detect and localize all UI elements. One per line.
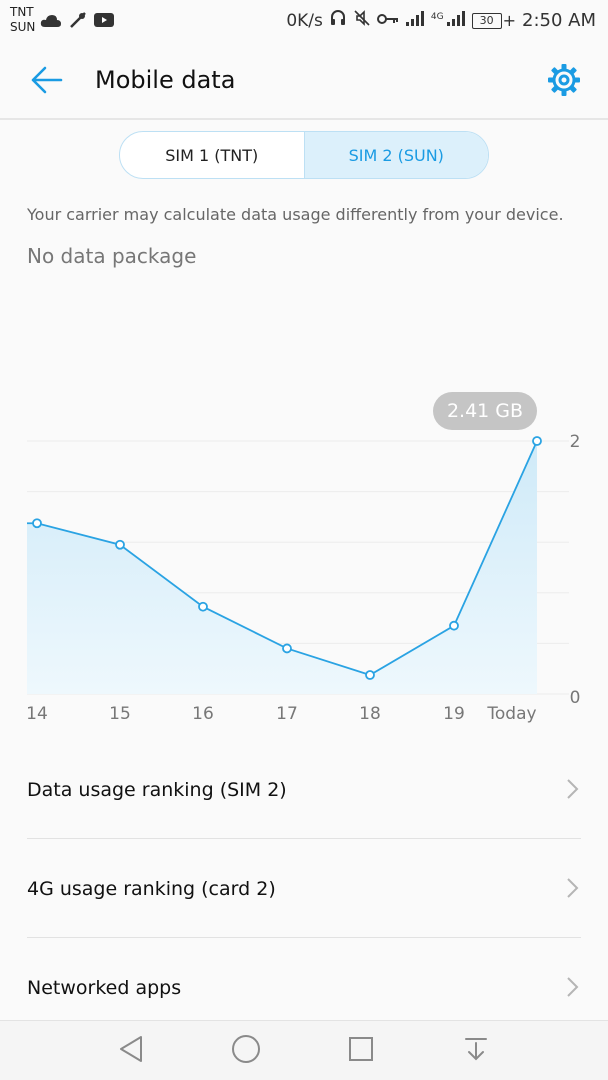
usage-highlight-label: 2.41 GB: [433, 392, 537, 430]
tab-sim-1[interactable]: SIM 1 (TNT): [120, 132, 304, 178]
cloud-icon: [40, 12, 62, 33]
status-bar: TNT SUN 0K/s 4G 30 + 2:50 AM: [0, 0, 608, 42]
battery-icon: 30 +: [471, 11, 516, 30]
youtube-icon: [94, 12, 114, 33]
back-button[interactable]: [24, 62, 68, 102]
status-right: 0K/s 4G 30 + 2:50 AM: [286, 9, 596, 32]
list-item-4g-usage-ranking[interactable]: 4G usage ranking (card 2): [0, 839, 608, 938]
gear-icon: [546, 62, 582, 102]
carrier-1-label: TNT: [10, 5, 34, 19]
chart-x-tick-label: Today: [486, 704, 536, 724]
chart-x-tick-label: 17: [276, 704, 298, 724]
settings-button[interactable]: [544, 62, 584, 102]
tab-sim-2[interactable]: SIM 2 (SUN): [303, 132, 488, 178]
vpn-key-icon: [376, 10, 399, 31]
chart-data-point: [32, 518, 42, 529]
chart-x-tick-label: 18: [359, 704, 381, 724]
chart-data-point: [365, 670, 375, 680]
chart-x-tick-label: 19: [443, 704, 465, 724]
chevron-right-icon: [566, 877, 580, 904]
data-usage-chart: 14 15 16 17 18 19 Today 2 0: [0, 380, 608, 730]
chart-area: [27, 441, 537, 694]
chart-data-point: [198, 601, 208, 612]
app-bar-divider: [0, 118, 608, 120]
data-package-status: No data package: [27, 244, 197, 268]
chart-data-point: [115, 539, 125, 550]
signal-sim1-icon: [405, 9, 425, 32]
chart-x-tick-label: 15: [109, 704, 131, 724]
circle-home-icon: [231, 1034, 261, 1068]
nav-back-button[interactable]: [114, 1034, 148, 1068]
carrier-2-label: SUN: [10, 20, 36, 34]
chart-data-point: [449, 620, 459, 631]
list-item-label: Networked apps: [27, 976, 182, 999]
list-item-data-usage-ranking[interactable]: Data usage ranking (SIM 2): [0, 740, 608, 839]
app-bar: Mobile data: [0, 42, 608, 120]
square-recents-icon: [347, 1035, 375, 1067]
triangle-back-icon: [117, 1034, 145, 1068]
settings-list: Data usage ranking (SIM 2) 4G usage rank…: [0, 740, 608, 1037]
list-item-label: 4G usage ranking (card 2): [27, 877, 276, 900]
headset-icon: [329, 9, 347, 32]
sim-tabs: SIM 1 (TNT) SIM 2 (SUN): [119, 131, 489, 179]
carrier-labels: TNT SUN: [10, 5, 35, 35]
chevron-right-icon: [566, 976, 580, 1003]
nav-recents-button[interactable]: [344, 1034, 378, 1068]
nav-home-button[interactable]: [229, 1034, 263, 1068]
chevron-right-icon: [566, 778, 580, 805]
list-item-label: Data usage ranking (SIM 2): [27, 778, 287, 801]
signal-sim2-icon: [446, 9, 466, 32]
pull-down-icon: [462, 1035, 490, 1067]
chart-x-tick-label: 16: [192, 704, 214, 724]
page-title: Mobile data: [95, 66, 236, 94]
chart-x-tick-label: 14: [26, 704, 48, 724]
network-type-label: 4G: [430, 11, 444, 22]
clock: 2:50 AM: [522, 10, 596, 31]
arrow-left-icon: [29, 65, 63, 99]
chart-y-tick-label: 2: [570, 432, 581, 452]
carrier-disclaimer: Your carrier may calculate data usage di…: [27, 205, 564, 224]
notification-icons: [40, 10, 114, 35]
network-speed: 0K/s: [286, 10, 323, 31]
nav-notification-pull-button[interactable]: [459, 1034, 493, 1068]
usb-debug-icon: [68, 10, 88, 35]
usage-chart-svg: 14 15 16 17 18 19 Today 2 0: [26, 432, 581, 724]
mute-icon: [353, 9, 371, 32]
chart-data-point: [532, 436, 542, 446]
chart-data-point: [282, 643, 292, 654]
chart-y-tick-label: 0: [570, 688, 581, 708]
system-nav-bar: [0, 1020, 608, 1080]
battery-level: 30: [471, 12, 502, 29]
